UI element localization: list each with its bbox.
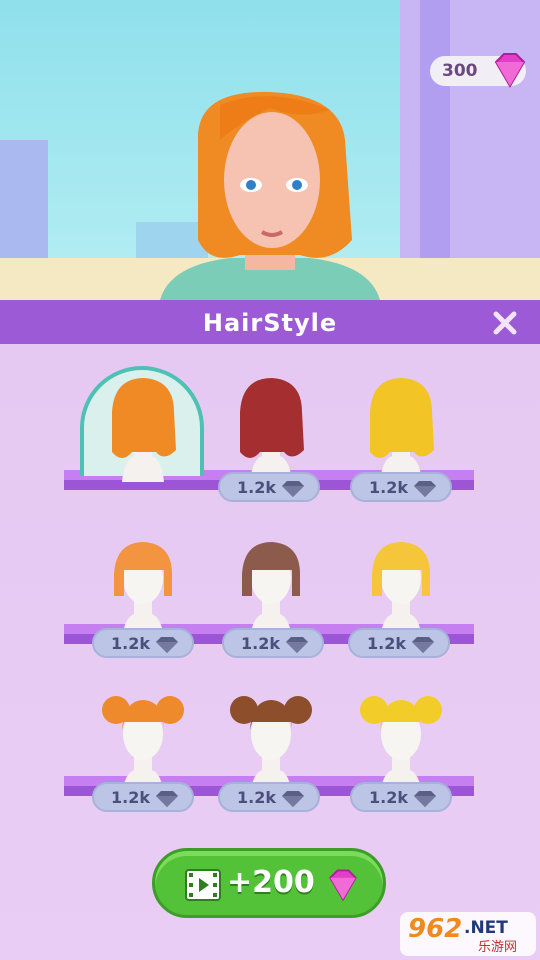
gem-icon: [494, 53, 526, 88]
reward-amount: +200: [227, 865, 315, 900]
diamond-icon: [156, 637, 178, 653]
character-avatar: [160, 91, 380, 300]
price-label: 1.2k: [111, 788, 150, 807]
price-label: 1.2k: [111, 634, 150, 653]
close-icon[interactable]: [492, 310, 518, 336]
price-tag[interactable]: 1.2k: [222, 628, 324, 658]
price-tag[interactable]: 1.2k: [350, 782, 452, 812]
diamond-icon: [412, 637, 434, 653]
character-preview: [0, 0, 540, 300]
watch-ad-reward-button[interactable]: +200: [152, 848, 386, 918]
price-tag[interactable]: 1.2k: [350, 472, 452, 502]
price-label: 1.2k: [367, 634, 406, 653]
price-tag[interactable]: 1.2k: [218, 782, 320, 812]
video-icon: [185, 869, 221, 901]
price-label: 1.2k: [369, 788, 408, 807]
price-label: 1.2k: [237, 788, 276, 807]
price-tag[interactable]: 1.2k: [92, 628, 194, 658]
watermark: 962 .NET 乐游网: [400, 912, 536, 956]
watermark-number: 962: [408, 914, 463, 944]
diamond-icon: [286, 637, 308, 653]
price-label: 1.2k: [237, 478, 276, 497]
gem-count: 300: [442, 61, 478, 81]
diamond-icon: [282, 791, 304, 807]
hairstyle-item[interactable]: [82, 372, 202, 492]
price-tag[interactable]: 1.2k: [92, 782, 194, 812]
watermark-site: 乐游网: [478, 940, 518, 955]
price-tag[interactable]: 1.2k: [218, 472, 320, 502]
diamond-icon: [414, 481, 436, 497]
price-label: 1.2k: [369, 478, 408, 497]
diamond-icon: [156, 791, 178, 807]
price-tag[interactable]: 1.2k: [348, 628, 450, 658]
price-label: 1.2k: [241, 634, 280, 653]
hair-on-mannequin: [112, 378, 176, 482]
diamond-icon: [282, 481, 304, 497]
gem-counter: 300: [430, 53, 526, 88]
title-bar: HairStyle: [0, 300, 540, 344]
diamond-icon: [414, 791, 436, 807]
gem-icon: [329, 869, 357, 902]
page-title: HairStyle: [202, 309, 338, 337]
watermark-suffix: .NET: [464, 918, 508, 938]
